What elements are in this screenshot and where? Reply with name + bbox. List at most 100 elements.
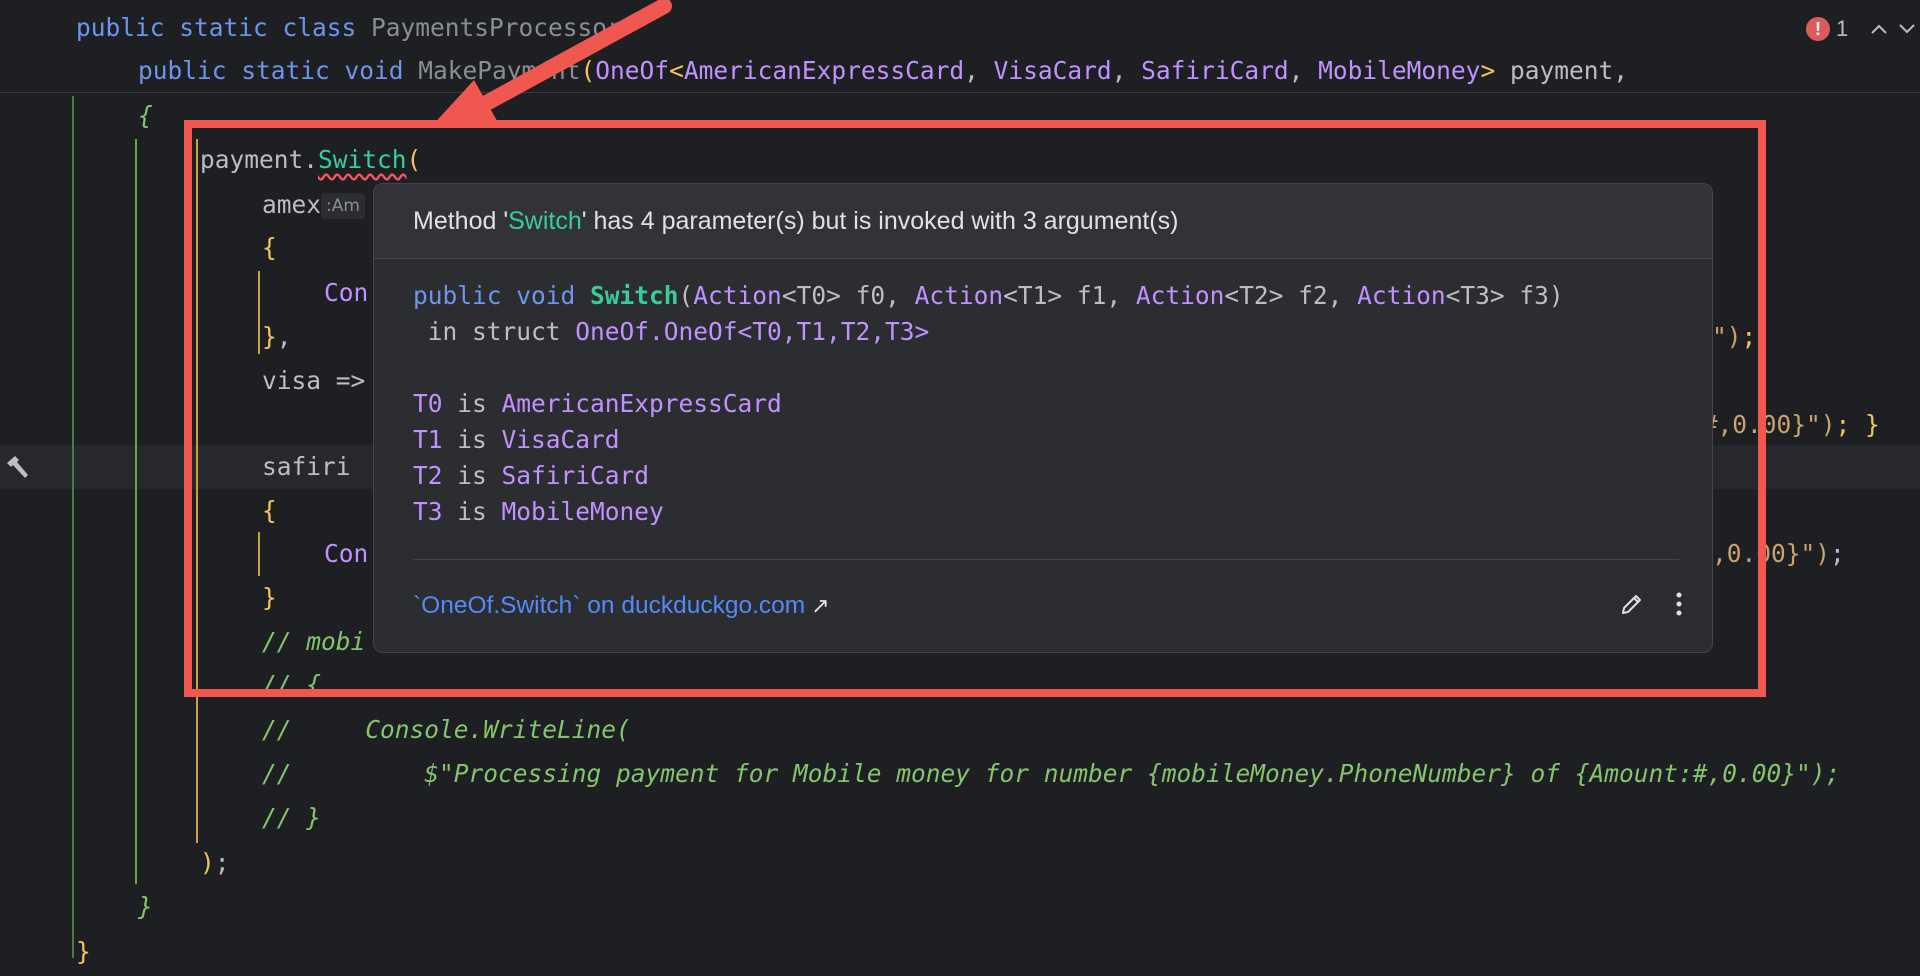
- code-line[interactable]: }: [138, 885, 153, 929]
- code-line[interactable]: Con: [324, 271, 368, 315]
- code-token: is: [442, 389, 502, 418]
- code-token: is: [442, 425, 502, 454]
- chevron-down-icon[interactable]: [1896, 18, 1918, 41]
- code-token: ): [200, 848, 215, 877]
- code-fragment: ,0.00}");: [1712, 532, 1845, 576]
- divider: [413, 559, 1679, 560]
- code-token: // }: [262, 803, 322, 832]
- code-token: // $"Processing payment for Mobile money…: [262, 759, 1841, 788]
- code-line[interactable]: }: [262, 576, 277, 620]
- inspection-widget[interactable]: ! 1: [1806, 12, 1918, 46]
- code-line[interactable]: Con: [324, 532, 368, 576]
- quick-documentation-popup[interactable]: Method ' Switch ' has 4 parameter(s) but i…: [373, 183, 1713, 653]
- signature-line: in struct OneOf.OneOf<T0,T1,T2,T3>: [413, 314, 930, 350]
- search-link[interactable]: `OneOf.Switch` on duckduckgo.com ↗: [413, 584, 830, 628]
- code-token: ,: [1288, 56, 1319, 85]
- code-line[interactable]: // {: [262, 663, 321, 707]
- indent-guide: [258, 532, 260, 576]
- code-token: payment,: [1495, 56, 1628, 85]
- code-line[interactable]: {: [262, 226, 277, 270]
- code-token: ;: [1830, 539, 1845, 568]
- code-token: payment.: [200, 145, 319, 174]
- code-line[interactable]: visa =>: [262, 359, 365, 403]
- code-token: :Am: [321, 193, 365, 219]
- error-message: Method ' Switch ' has 4 parameter(s) but i…: [374, 184, 1712, 259]
- code-line[interactable]: public static void MakePayment(OneOf<Ame…: [138, 49, 1628, 93]
- code-token: MobileMoney: [1318, 56, 1481, 85]
- signature-line: public void Switch(Action<T0> f0, Action…: [413, 278, 1564, 314]
- code-token: T3: [413, 497, 443, 526]
- error-count: 1: [1836, 16, 1849, 41]
- code-line[interactable]: {: [138, 94, 153, 138]
- code-token: SafiriCard: [1141, 56, 1289, 85]
- code-line[interactable]: // mobi: [262, 620, 365, 664]
- code-token: >: [1480, 56, 1496, 85]
- code-token: <T3> f3): [1445, 281, 1564, 310]
- code-token: MobileMoney: [501, 497, 664, 526]
- code-token: AmericanExpressCard: [501, 389, 782, 418]
- pencil-icon[interactable]: [1618, 590, 1646, 623]
- code-line[interactable]: }: [76, 930, 91, 974]
- message-text: Method ': [413, 206, 509, 235]
- code-token: AmericanExpressCard: [683, 56, 965, 85]
- code-token: public static class: [76, 13, 372, 42]
- code-token: MakePayment: [418, 56, 581, 85]
- indent-guide: [258, 271, 260, 354]
- code-token: Action: [1135, 281, 1225, 310]
- indent-guide: [72, 96, 74, 958]
- code-token: PaymentsProcessor: [371, 13, 622, 42]
- code-fragment: :#,0.00}"); }: [1688, 403, 1880, 447]
- chevron-up-icon[interactable]: [1868, 18, 1890, 41]
- code-token: Action: [693, 281, 782, 310]
- code-token: SafiriCard: [501, 461, 650, 490]
- code-token: <T1> f1,: [1003, 281, 1136, 310]
- code-line[interactable]: // $"Processing payment for Mobile money…: [262, 752, 1840, 796]
- code-token: T1: [413, 425, 443, 454]
- code-token: <: [669, 56, 684, 85]
- code-token: // Console.WriteLine(: [262, 715, 631, 744]
- code-token: ,0.00}"): [1712, 539, 1831, 568]
- code-token: visa =>: [262, 366, 366, 395]
- signature-line: T0 is AmericanExpressCard: [413, 386, 782, 422]
- code-token: ,: [1111, 56, 1142, 85]
- method-name: Switch: [508, 206, 582, 235]
- code-token: <T2> f2,: [1224, 281, 1358, 310]
- code-line[interactable]: },: [262, 315, 292, 359]
- message-text: ' has 4 parameter(s) but is invoked with…: [581, 206, 1179, 235]
- code-line[interactable]: );: [200, 841, 230, 885]
- code-token: // mobi: [262, 627, 366, 656]
- indent-guide: [196, 139, 198, 843]
- code-token: is: [442, 461, 502, 490]
- hammer-icon[interactable]: [2, 452, 32, 482]
- code-token: // {: [262, 670, 322, 699]
- signature-line: T2 is SafiriCard: [413, 458, 649, 494]
- code-token: Action: [914, 281, 1004, 310]
- code-token: ,: [276, 322, 292, 351]
- more-vertical-icon[interactable]: [1674, 590, 1684, 623]
- code-token: }: [138, 892, 153, 921]
- code-token: Con: [324, 539, 369, 568]
- code-token: ;: [1741, 322, 1757, 351]
- code-token: Con: [324, 278, 369, 307]
- code-line[interactable]: safiri: [262, 445, 351, 489]
- code-token: (: [406, 145, 422, 174]
- code-token: {: [262, 233, 277, 262]
- code-line[interactable]: // Console.WriteLine(: [262, 708, 631, 752]
- code-line[interactable]: amex:Am: [262, 183, 365, 227]
- code-token: }: [262, 583, 277, 612]
- search-link-text[interactable]: `OneOf.Switch` on duckduckgo.com: [413, 592, 805, 620]
- code-token: (: [678, 281, 694, 310]
- code-line[interactable]: {: [262, 489, 277, 533]
- code-token: Action: [1357, 281, 1446, 310]
- code-token: amex: [262, 190, 322, 219]
- code-token: public void: [413, 281, 591, 310]
- code-token: {: [138, 101, 153, 130]
- code-token: OneOf.OneOf<T0,T1,T2,T3>: [575, 317, 930, 346]
- code-line[interactable]: public static class PaymentsProcessor: [76, 6, 622, 50]
- code-token: <T0> f0,: [781, 281, 915, 310]
- code-line[interactable]: payment.Switch(: [200, 138, 421, 182]
- code-token: {: [262, 496, 277, 525]
- indent-guide: [135, 139, 137, 884]
- code-token: }: [262, 322, 277, 351]
- code-line[interactable]: // }: [262, 796, 321, 840]
